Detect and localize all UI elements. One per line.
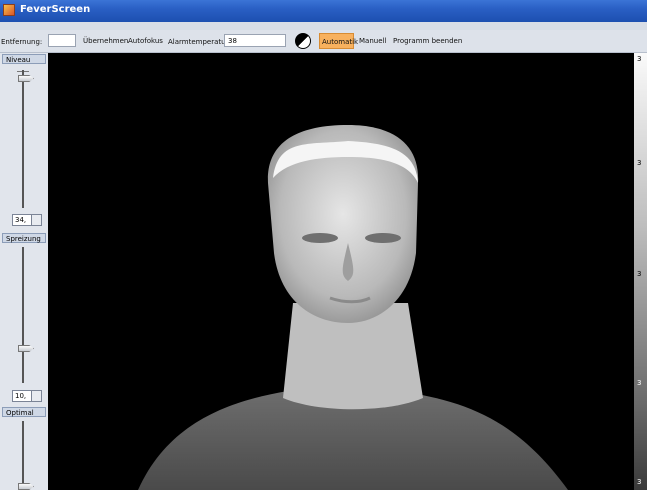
title-bar: FeverScreen xyxy=(0,0,647,22)
sidebar: Niveau 34, Spreizung 10, Optimal xyxy=(0,53,48,490)
app-window: FeverScreen Entfernung: Übernehmen Autof… xyxy=(0,0,647,490)
spreizung-spinner[interactable]: 10, xyxy=(12,390,42,402)
spinner-arrows-icon[interactable] xyxy=(31,391,41,401)
autofocus-button[interactable]: Autofokus xyxy=(126,33,165,49)
niveau-slider-track[interactable] xyxy=(22,70,24,208)
automatic-button[interactable]: Automatik xyxy=(319,33,358,49)
niveau-spinner[interactable]: 34, xyxy=(12,214,42,226)
app-icon xyxy=(3,4,15,16)
spreizung-header: Spreizung xyxy=(2,233,46,243)
spinner-arrows-icon[interactable] xyxy=(31,215,41,225)
window-title: FeverScreen xyxy=(20,4,91,15)
manual-button[interactable]: Manuell xyxy=(357,33,388,49)
scale-tick-label: 3 xyxy=(637,379,642,387)
alarm-temperature-label: Alarmtemperatur: xyxy=(168,38,231,46)
scale-tick-label: 3 xyxy=(637,270,642,278)
spreizung-value: 10, xyxy=(15,392,27,400)
distance-input[interactable] xyxy=(48,34,76,47)
quit-button[interactable]: Programm beenden xyxy=(391,33,464,49)
niveau-header: Niveau xyxy=(2,54,46,64)
thermal-person-image xyxy=(138,125,568,490)
scale-tick-label: 3 xyxy=(637,159,642,167)
niveau-slider-thumb[interactable] xyxy=(18,75,34,82)
scale-tick-label: 3 xyxy=(637,478,642,486)
distance-label: Entfernung: xyxy=(1,38,43,46)
contrast-icon[interactable] xyxy=(295,33,311,49)
spreizung-slider-thumb[interactable] xyxy=(18,345,34,352)
thermal-image xyxy=(48,53,634,490)
niveau-value: 34, xyxy=(15,216,27,224)
optimal-slider-track[interactable] xyxy=(22,421,24,490)
optimal-slider-thumb[interactable] xyxy=(18,483,34,490)
spreizung-slider-track[interactable] xyxy=(22,247,24,383)
scale-tick-label: 3 xyxy=(637,55,642,63)
toolbar: Entfernung: Übernehmen Autofokus Alarmte… xyxy=(0,30,647,53)
alarm-temperature-input[interactable] xyxy=(224,34,286,47)
temperature-scale: 3 3 3 3 3 xyxy=(634,53,647,490)
optimal-header: Optimal xyxy=(2,407,46,417)
apply-button[interactable]: Übernehmen xyxy=(81,33,130,49)
